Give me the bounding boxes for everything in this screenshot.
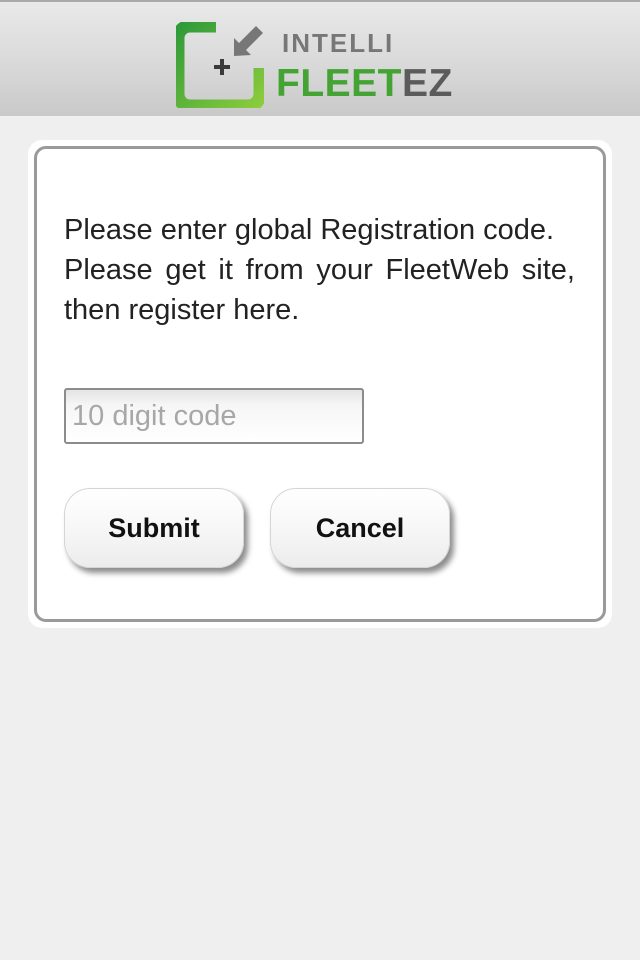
registration-instructions: Please enter global Registration code. P… bbox=[64, 210, 575, 330]
registration-code-input[interactable] bbox=[64, 388, 364, 444]
instruction-line-2: Please get it from your FleetWeb site, t… bbox=[64, 254, 575, 326]
logo-text-ez: EZ bbox=[402, 62, 453, 105]
instruction-line-1: Please enter global Registration code. bbox=[64, 214, 555, 246]
app-logo: INTELLI FLEETEZ bbox=[176, 22, 476, 108]
app-header: INTELLI FLEETEZ bbox=[0, 0, 640, 116]
logo-text-fleetez: FLEETEZ bbox=[276, 64, 453, 104]
logo-text-intelli: INTELLI bbox=[282, 28, 395, 58]
cancel-button[interactable]: Cancel bbox=[270, 488, 450, 568]
logo-text-fleet: FLEET bbox=[276, 62, 402, 105]
submit-button[interactable]: Submit bbox=[64, 488, 244, 568]
plus-arrow-icon bbox=[176, 22, 264, 108]
